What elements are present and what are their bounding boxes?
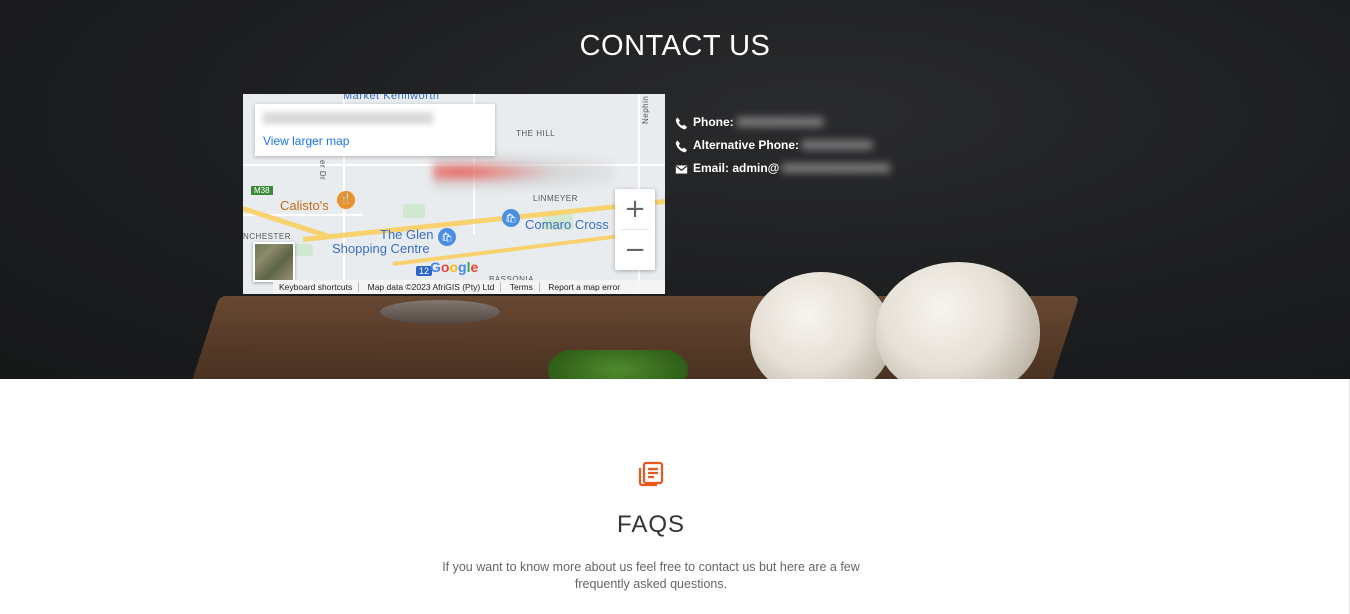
terms-link[interactable]: Terms — [503, 282, 540, 292]
map-label: NCHESTER — [243, 232, 292, 241]
map-label: Comaro Cross — [525, 217, 609, 232]
shopping-pin-icon: 🛍 — [502, 209, 520, 227]
phone-label: Phone: — [693, 114, 734, 129]
view-larger-map-link[interactable]: View larger map — [263, 134, 349, 148]
faq-description-line: If you want to know more about us feel f… — [442, 560, 860, 574]
map-footer: Keyboard shortcuts Map data ©2023 AfriGI… — [273, 280, 665, 294]
articles-icon — [638, 461, 664, 487]
map-park — [403, 204, 425, 218]
map-label: The Glen — [380, 227, 434, 242]
phone-value-redacted — [735, 116, 824, 127]
knife-image — [380, 300, 500, 324]
envelope-icon — [675, 165, 688, 174]
zoom-out-button[interactable]: − — [615, 230, 655, 270]
zoom-in-button[interactable]: + — [615, 189, 655, 229]
satellite-toggle[interactable] — [253, 242, 295, 282]
map-label: Market Kenilworth — [343, 94, 440, 102]
map-label: M38 — [251, 186, 273, 195]
phone-icon — [675, 117, 687, 130]
phone-icon — [675, 140, 687, 153]
keyboard-shortcuts-link[interactable]: Keyboard shortcuts — [273, 282, 360, 292]
location-marker-icon[interactable] — [433, 154, 613, 190]
google-map[interactable]: Market Kenilworth St THE HILL Nephin Rd … — [243, 94, 665, 294]
basil-leaf-image — [548, 350, 688, 379]
map-info-card: View larger map — [255, 104, 495, 156]
zoom-control: + − — [615, 189, 655, 270]
phone-row: Phone: — [675, 110, 891, 133]
map-label: Nephin Rd — [641, 94, 650, 124]
google-logo: Google — [430, 259, 479, 275]
restaurant-pin-icon: 🍴 — [337, 191, 355, 209]
email-label: Email: admin@ — [693, 160, 780, 175]
alt-phone-row: Alternative Phone: — [675, 133, 891, 156]
faq-title: FAQS — [616, 511, 686, 538]
alt-phone-value-redacted — [801, 139, 874, 150]
map-label: THE HILL — [516, 129, 556, 138]
contact-info: Phone: Alternative Phone: Email: admin@ — [675, 110, 892, 179]
garlic-bulb-image — [876, 262, 1040, 379]
contact-title: CONTACT US — [579, 30, 771, 62]
faq-description-line: frequently asked questions. — [574, 577, 728, 591]
contact-hero: CONTACT US Market Kenilworth St THE HILL… — [0, 0, 1350, 379]
map-label: er Dr — [318, 160, 327, 181]
shopping-pin-icon: 🛍 — [438, 228, 456, 246]
map-label: Shopping Centre — [332, 241, 430, 256]
map-label: LINMEYER — [533, 194, 578, 203]
map-label: Calisto's — [280, 198, 329, 213]
garlic-bulb-image — [750, 272, 892, 379]
faq-description: If you want to know more about us feel f… — [420, 559, 882, 593]
email-row: Email: admin@ — [675, 156, 892, 179]
alt-phone-label: Alternative Phone: — [693, 137, 800, 152]
address-redacted — [263, 112, 433, 124]
report-error-link[interactable]: Report a map error — [542, 282, 626, 292]
email-value-redacted[interactable] — [781, 162, 892, 173]
map-data-attribution: Map data ©2023 AfriGIS (Pty) Ltd — [361, 282, 502, 292]
